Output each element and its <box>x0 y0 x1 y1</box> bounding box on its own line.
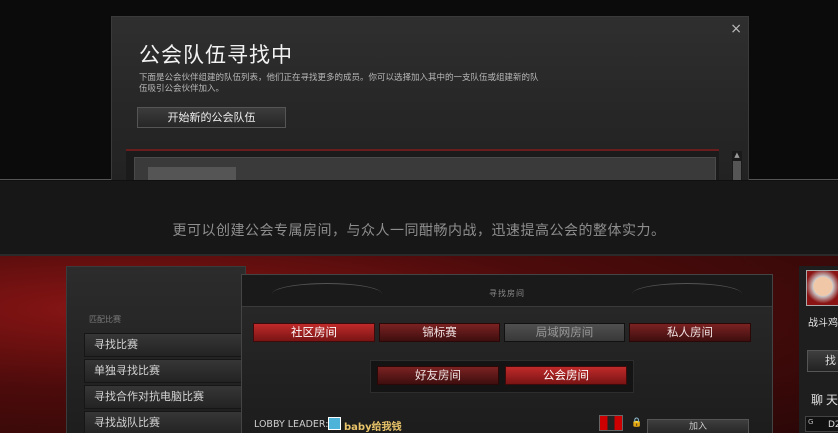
chat-channel-name: D2 <box>828 420 838 430</box>
tab-private-rooms[interactable]: 私人房间 <box>629 323 751 342</box>
avatar[interactable] <box>806 270 838 306</box>
caption-band <box>0 181 838 254</box>
match-panel-title: 匹配比赛 <box>89 315 121 324</box>
leader-avatar <box>328 417 341 430</box>
room-finder-header: 寻找房间 <box>242 275 772 307</box>
tab-tournament[interactable]: 锦标赛 <box>379 323 500 342</box>
room-finder-title: 寻找房间 <box>489 289 525 298</box>
feature-caption: 更可以创建公会专属房间，与众人一同酣畅内战，迅速提高公会的整体实力。 <box>172 223 666 239</box>
leader-name[interactable]: baby给我钱 <box>344 418 402 433</box>
dialog-description: 下面是公会伙伴组建的队伍列表，他们正在寻找更多的成员。你可以选择加入其中的一支队… <box>139 73 539 94</box>
chat-channel-item[interactable]: G D2 <box>805 416 838 432</box>
lock-icon: 🔒 <box>631 418 643 428</box>
lobby-leader-label: LOBBY LEADER: <box>254 419 329 430</box>
menu-team-match[interactable]: 寻找战队比赛 <box>84 411 246 433</box>
tab-friend-rooms[interactable]: 好友房间 <box>377 366 499 385</box>
match-panel: 匹配比赛 寻找比赛 单独寻找比赛 寻找合作对抗电脑比赛 寻找战队比赛 <box>66 266 246 433</box>
scrollbar-thumb[interactable] <box>733 161 741 180</box>
player-panel: 战斗鸡 找 聊天 G D2 <box>799 266 838 433</box>
find-button[interactable]: 找 <box>807 350 838 372</box>
team-list-thumbnail <box>148 167 236 180</box>
menu-find-match[interactable]: 寻找比赛 <box>84 333 246 357</box>
tab-community-rooms[interactable]: 社区房间 <box>253 323 375 342</box>
lobby-screen: 匹配比赛 寻找比赛 单独寻找比赛 寻找合作对抗电脑比赛 寻找战队比赛 寻找房间 … <box>0 254 838 433</box>
start-guild-team-button[interactable]: 开始新的公会队伍 <box>137 107 286 128</box>
menu-solo-find-match[interactable]: 单独寻找比赛 <box>84 359 246 383</box>
chat-title: 聊天 <box>811 393 838 407</box>
team-list <box>126 149 719 180</box>
guild-team-dialog: × 公会队伍寻找中 下面是公会伙伴组建的队伍列表，他们正在寻找更多的成员。你可以… <box>111 16 749 180</box>
tab-lan-rooms[interactable]: 局域网房间 <box>504 323 625 342</box>
close-icon[interactable]: × <box>730 22 742 36</box>
tab-guild-rooms[interactable]: 公会房间 <box>505 366 627 385</box>
join-button[interactable]: 加入 <box>647 419 749 433</box>
lobby-flag-icon <box>599 415 623 431</box>
scroll-up-icon[interactable]: ▲ <box>732 151 742 160</box>
guild-team-window: × 公会队伍寻找中 下面是公会伙伴组建的队伍列表，他们正在寻找更多的成员。你可以… <box>0 0 838 180</box>
team-list-scrollbar[interactable]: ▲ <box>732 151 742 180</box>
dialog-title: 公会队伍寻找中 <box>139 43 293 67</box>
player-name: 战斗鸡 <box>808 318 838 329</box>
menu-coop-vs-bots[interactable]: 寻找合作对抗电脑比赛 <box>84 385 246 409</box>
room-finder-panel: 寻找房间 社区房间 锦标赛 局域网房间 私人房间 好友房间 公会房间 LOBBY… <box>241 274 773 433</box>
chat-channel-prefix: G <box>808 418 814 426</box>
